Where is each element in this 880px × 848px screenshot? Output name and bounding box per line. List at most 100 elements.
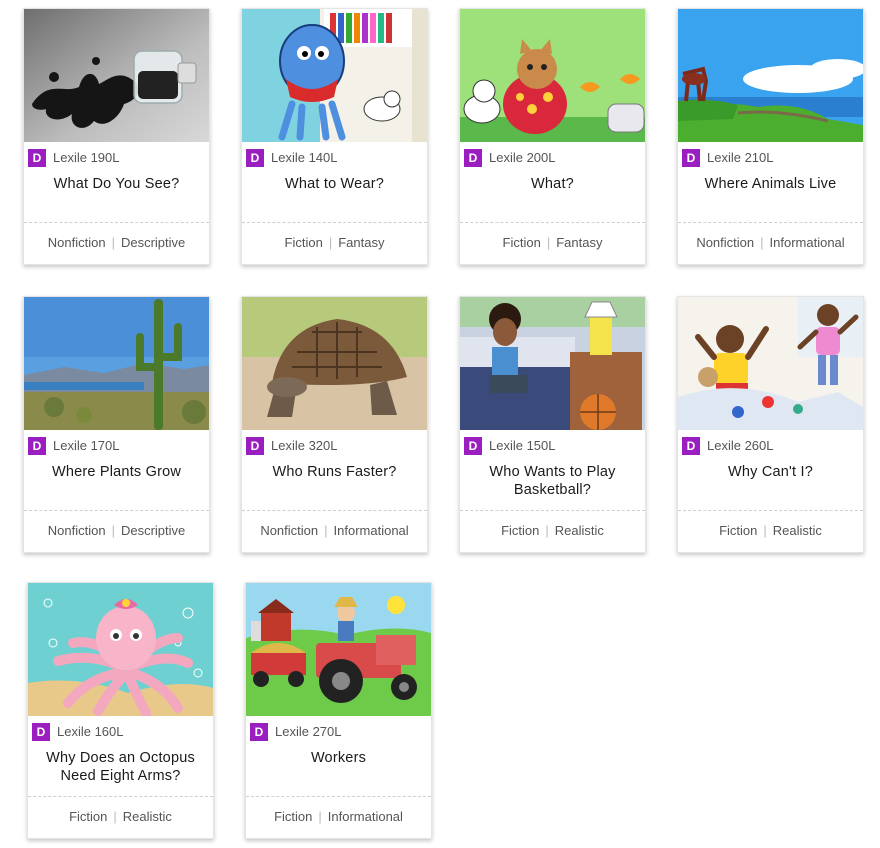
subgenre-tag: Descriptive: [120, 523, 186, 538]
lexile-level: Lexile 160L: [57, 724, 124, 739]
book-meta: D Lexile 320L: [246, 436, 338, 455]
card-divider: [460, 510, 645, 511]
book-title[interactable]: Who Wants to Play Basketball?: [466, 463, 639, 499]
book-meta: D Lexile 210L: [682, 148, 774, 167]
book-card[interactable]: D Lexile 150L Who Wants to Play Basketba…: [459, 296, 646, 553]
book-cover-image[interactable]: [24, 297, 209, 430]
card-divider: [460, 222, 645, 223]
tag-separator: |: [763, 523, 767, 538]
book-cover-image[interactable]: [24, 9, 209, 142]
level-badge: D: [682, 148, 700, 167]
subgenre-tag: Realistic: [554, 523, 604, 538]
card-divider: [24, 510, 209, 511]
book-tags: Nonfiction | Descriptive: [24, 235, 209, 250]
tag-separator: |: [324, 523, 328, 538]
level-badge: D: [250, 722, 268, 741]
lexile-level: Lexile 150L: [489, 438, 556, 453]
book-cover-image[interactable]: [678, 9, 863, 142]
lexile-level: Lexile 170L: [53, 438, 120, 453]
level-badge: D: [28, 148, 46, 167]
card-divider: [678, 510, 863, 511]
book-meta: D Lexile 140L: [246, 148, 338, 167]
genre-tag: Nonfiction: [47, 523, 106, 538]
subgenre-tag: Informational: [769, 235, 845, 250]
book-cover-image[interactable]: [678, 297, 863, 430]
tag-separator: |: [760, 235, 764, 250]
book-tags: Fiction | Realistic: [460, 523, 645, 538]
tag-separator: |: [546, 235, 551, 250]
book-title[interactable]: Who Runs Faster?: [248, 463, 421, 481]
subgenre-tag: Realistic: [772, 523, 822, 538]
book-cover-image[interactable]: [28, 583, 213, 716]
book-meta: D Lexile 160L: [32, 722, 124, 741]
lexile-level: Lexile 320L: [271, 438, 338, 453]
card-divider: [242, 222, 427, 223]
book-card[interactable]: D Lexile 260L Why Can't I? Fiction | Reali…: [677, 296, 864, 553]
card-divider: [242, 510, 427, 511]
card-divider: [24, 222, 209, 223]
book-title[interactable]: What to Wear?: [248, 175, 421, 193]
book-card[interactable]: D Lexile 210L Where Animals Live Nonfict…: [677, 8, 864, 265]
tag-separator: |: [111, 523, 115, 538]
book-title[interactable]: What Do You See?: [30, 175, 203, 193]
genre-tag: Fiction: [69, 809, 108, 824]
book-cover-image[interactable]: [242, 297, 427, 430]
level-badge: D: [682, 436, 700, 455]
book-card[interactable]: D Lexile 320L Who Runs Faster? Nonfictio…: [241, 296, 428, 553]
genre-tag: Fiction: [502, 235, 541, 250]
lexile-level: Lexile 200L: [489, 150, 556, 165]
subgenre-tag: Descriptive: [120, 235, 186, 250]
book-title[interactable]: Where Plants Grow: [30, 463, 203, 481]
book-title[interactable]: What?: [466, 175, 639, 193]
book-title[interactable]: Where Animals Live: [684, 175, 857, 193]
book-title[interactable]: Why Can't I?: [684, 463, 857, 481]
genre-tag: Fiction: [719, 523, 758, 538]
book-meta: D Lexile 190L: [28, 148, 120, 167]
book-tags: Nonfiction | Descriptive: [24, 523, 209, 538]
genre-tag: Fiction: [274, 809, 313, 824]
book-card[interactable]: D Lexile 160L Why Does an Octopus Need E…: [27, 582, 214, 839]
lexile-level: Lexile 270L: [275, 724, 342, 739]
lexile-level: Lexile 190L: [53, 150, 120, 165]
book-meta: D Lexile 270L: [250, 722, 342, 741]
book-tags: Fiction | Fantasy: [460, 235, 645, 250]
genre-tag: Nonfiction: [260, 523, 319, 538]
book-card[interactable]: D Lexile 200L What? Fiction | Fantasy: [459, 8, 646, 265]
book-card[interactable]: D Lexile 140L What to Wear? Fiction | Fant…: [241, 8, 428, 265]
book-cover-image[interactable]: [242, 9, 427, 142]
level-badge: D: [464, 436, 482, 455]
subgenre-tag: Informational: [333, 523, 409, 538]
book-tags: Fiction | Realistic: [678, 523, 863, 538]
tag-separator: |: [318, 809, 322, 824]
genre-tag: Fiction: [501, 523, 540, 538]
lexile-level: Lexile 210L: [707, 150, 774, 165]
book-card[interactable]: D Lexile 190L What Do You See? Nonfictio…: [23, 8, 210, 265]
book-tags: Nonfiction | Informational: [242, 523, 427, 538]
book-meta: D Lexile 260L: [682, 436, 774, 455]
tag-separator: |: [545, 523, 549, 538]
book-card[interactable]: D Lexile 270L Workers Fiction | Informatio…: [245, 582, 432, 839]
book-cover-image[interactable]: [460, 297, 645, 430]
level-badge: D: [32, 722, 50, 741]
level-badge: D: [464, 148, 482, 167]
subgenre-tag: Informational: [327, 809, 403, 824]
lexile-level: Lexile 260L: [707, 438, 774, 453]
book-card[interactable]: D Lexile 170L Where Plants Grow Nonficti…: [23, 296, 210, 553]
genre-tag: Nonfiction: [47, 235, 106, 250]
book-cover-image[interactable]: [460, 9, 645, 142]
level-badge: D: [246, 436, 264, 455]
level-badge: D: [28, 436, 46, 455]
lexile-level: Lexile 140L: [271, 150, 338, 165]
tag-separator: |: [113, 809, 117, 824]
book-tags: Fiction | Fantasy: [242, 235, 427, 250]
card-divider: [28, 796, 213, 797]
tag-separator: |: [111, 235, 115, 250]
subgenre-tag: Fantasy: [338, 235, 385, 250]
book-cover-image[interactable]: [246, 583, 431, 716]
tag-separator: |: [328, 235, 333, 250]
book-meta: D Lexile 170L: [28, 436, 120, 455]
genre-tag: Nonfiction: [696, 235, 755, 250]
book-title[interactable]: Workers: [252, 749, 425, 767]
book-tags: Nonfiction | Informational: [678, 235, 863, 250]
book-title[interactable]: Why Does an Octopus Need Eight Arms?: [34, 749, 207, 785]
